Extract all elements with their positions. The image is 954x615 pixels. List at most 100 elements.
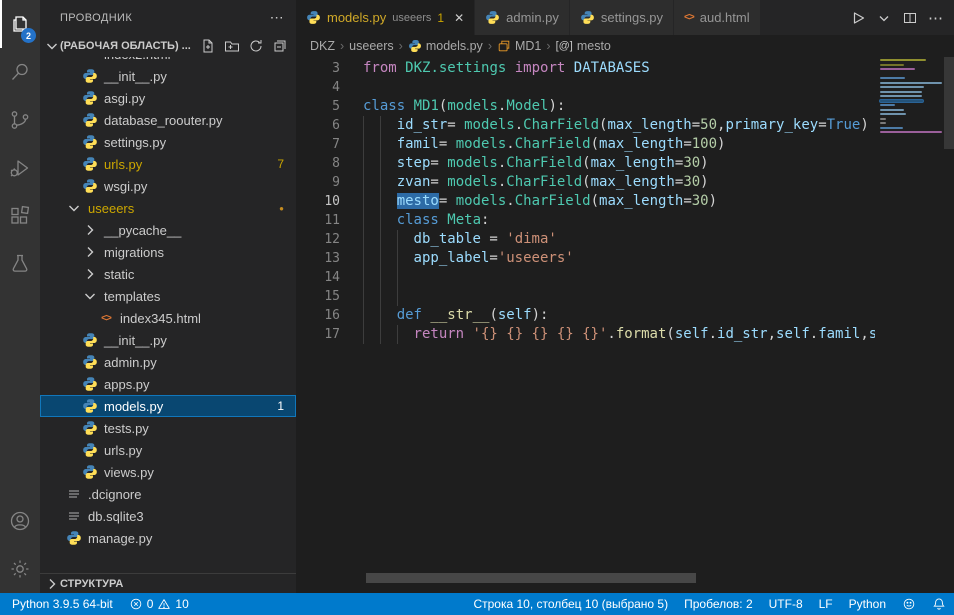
code-line-7[interactable]: 7famil= models.CharField(max_length=100): [296, 135, 875, 154]
code-line-5[interactable]: 5class MD1(models.Model):: [296, 97, 875, 116]
tree-folder-useeers[interactable]: useeers●: [40, 197, 296, 219]
tree-file-urls.py[interactable]: urls.py: [40, 439, 296, 461]
activity-settings-icon[interactable]: [0, 545, 40, 593]
close-icon[interactable]: ✕: [454, 11, 464, 25]
new-file-icon[interactable]: [200, 38, 216, 54]
indent-guide: [397, 268, 414, 287]
status-python-interpreter[interactable]: Python 3.9.5 64-bit: [0, 593, 121, 615]
run-icon[interactable]: [850, 10, 866, 26]
activity-run-debug-icon[interactable]: [0, 144, 40, 192]
breadcrumb: DKZ›useeers›models.py›MD1›[@]mesto: [296, 35, 954, 57]
status-feedback-icon[interactable]: [894, 593, 924, 615]
indent-guide: [380, 268, 397, 287]
tree-file-manage.py[interactable]: manage.py: [40, 527, 296, 549]
code-line-13[interactable]: 13app_label='useeers': [296, 249, 875, 268]
collapse-all-icon[interactable]: [272, 38, 288, 54]
breadcrumb-item-models.py[interactable]: models.py: [408, 39, 483, 53]
more-actions-icon[interactable]: ⋯: [928, 9, 944, 27]
tree-file-settings.py[interactable]: settings.py: [40, 131, 296, 153]
indent-guide: [380, 230, 397, 249]
tab-models.py[interactable]: models.pyuseeers1✕: [296, 0, 475, 35]
status-indentation[interactable]: Пробелов: 2: [676, 593, 761, 615]
tree-item-label: __init__.py: [104, 333, 167, 348]
line-number: 14: [296, 268, 340, 287]
code-line-14[interactable]: 14: [296, 268, 875, 287]
status-eol[interactable]: LF: [811, 593, 841, 615]
code-line-8[interactable]: 8step= models.CharField(max_length=30): [296, 154, 875, 173]
tree-file-asgi.py[interactable]: asgi.py: [40, 87, 296, 109]
tree-file-apps.py[interactable]: apps.py: [40, 373, 296, 395]
run-dropdown-icon[interactable]: [876, 10, 892, 26]
tree-file-urls.py[interactable]: urls.py7: [40, 153, 296, 175]
problems-badge: 1: [277, 399, 284, 413]
editor-group: models.pyuseeers1✕admin.pysettings.py<>a…: [296, 0, 954, 593]
horizontal-scrollbar[interactable]: [366, 573, 696, 583]
tree-file-db.sqlite3[interactable]: db.sqlite3: [40, 505, 296, 527]
chevron-right-icon: [82, 222, 98, 238]
status-language-mode[interactable]: Python: [841, 593, 894, 615]
activity-search-icon[interactable]: [0, 48, 40, 96]
status-problems[interactable]: 010: [121, 593, 197, 615]
activity-extensions-icon[interactable]: [0, 192, 40, 240]
tree-file-database_roouter.py[interactable]: database_roouter.py: [40, 109, 296, 131]
tree-item-label: database_roouter.py: [104, 113, 223, 128]
code-line-3[interactable]: 3from DKZ.settings import DATABASES: [296, 59, 875, 78]
tree-file-tests.py[interactable]: tests.py: [40, 417, 296, 439]
tree-folder-templates[interactable]: templates: [40, 285, 296, 307]
tree-file-__init__.py[interactable]: __init__.py: [40, 65, 296, 87]
split-editor-icon[interactable]: [902, 10, 918, 26]
code-line-12[interactable]: 12db_table = 'dima': [296, 230, 875, 249]
status-cursor-position[interactable]: Строка 10, столбец 10 (выбрано 5): [461, 593, 676, 615]
file-icon: [66, 508, 82, 524]
tree-file-__init__.py[interactable]: __init__.py: [40, 329, 296, 351]
tree-folder-migrations[interactable]: migrations: [40, 241, 296, 263]
tree-item-label: index2.html: [104, 57, 170, 62]
tree-file-.dcignore[interactable]: .dcignore: [40, 483, 296, 505]
explorer-sidebar: ПРОВОДНИК ⋯ (РАБОЧАЯ ОБЛАСТЬ) ... <>inde…: [40, 0, 296, 593]
breadcrumb-item-MD1[interactable]: MD1: [497, 39, 541, 53]
outline-section-header[interactable]: СТРУКТУРА: [40, 573, 296, 593]
code-line-15[interactable]: 15: [296, 287, 875, 306]
symbol-field-icon: [@]: [556, 40, 573, 52]
status-bar: Python 3.9.5 64-bit010 Строка 10, столбе…: [0, 593, 954, 615]
code-line-9[interactable]: 9zvan= models.CharField(max_length=30): [296, 173, 875, 192]
activity-accounts-icon[interactable]: [0, 497, 40, 545]
code-line-10[interactable]: 10mesto= models.CharField(max_length=30): [296, 192, 875, 211]
code-line-11[interactable]: 11class Meta:: [296, 211, 875, 230]
tree-file-views.py[interactable]: views.py: [40, 461, 296, 483]
status-bell-icon[interactable]: [924, 593, 954, 615]
tree-file-index2.html[interactable]: <> index2.html: [40, 57, 296, 65]
breadcrumb-item-mesto[interactable]: [@]mesto: [556, 39, 611, 53]
refresh-icon[interactable]: [248, 38, 264, 54]
code-line-17[interactable]: 17return '{} {} {} {} {}'.format(self.id…: [296, 325, 875, 344]
new-folder-icon[interactable]: [224, 38, 240, 54]
activity-testing-icon[interactable]: [0, 240, 40, 288]
tree-file-wsgi.py[interactable]: wsgi.py: [40, 175, 296, 197]
line-number: 16: [296, 306, 340, 325]
tree-item-label: db.sqlite3: [88, 509, 144, 524]
indent-guide: [380, 116, 397, 135]
status-encoding[interactable]: UTF-8: [761, 593, 811, 615]
breadcrumb-item-useeers[interactable]: useeers: [349, 39, 393, 53]
tab-aud.html[interactable]: <>aud.html: [674, 0, 761, 35]
code-line-4[interactable]: 4: [296, 78, 875, 97]
tab-settings.py[interactable]: settings.py: [570, 0, 674, 35]
tree-file-index345.html[interactable]: <>index345.html: [40, 307, 296, 329]
code-editor[interactable]: 3from DKZ.settings import DATABASES45cla…: [296, 57, 954, 593]
tree-file-models.py[interactable]: models.py1: [40, 395, 296, 417]
breadcrumb-item-DKZ[interactable]: DKZ: [310, 39, 335, 53]
activity-source-control-icon[interactable]: [0, 96, 40, 144]
code-line-6[interactable]: 6id_str= models.CharField(max_length=50,…: [296, 116, 875, 135]
vertical-scrollbar[interactable]: [944, 57, 954, 149]
tab-admin.py[interactable]: admin.py: [475, 0, 570, 35]
tree-folder-static[interactable]: static: [40, 263, 296, 285]
html-file-icon: <>: [82, 57, 98, 62]
workspace-section-header[interactable]: (РАБОЧАЯ ОБЛАСТЬ) ...: [40, 35, 296, 57]
code-line-16[interactable]: 16def __str__(self):: [296, 306, 875, 325]
explorer-more-actions-icon[interactable]: ⋯: [270, 9, 284, 26]
python-file-icon: [82, 398, 98, 414]
tree-folder-__pycache__[interactable]: __pycache__: [40, 219, 296, 241]
tree-file-admin.py[interactable]: admin.py: [40, 351, 296, 373]
activity-explorer-icon[interactable]: 2: [0, 0, 40, 48]
minimap[interactable]: [880, 59, 942, 136]
